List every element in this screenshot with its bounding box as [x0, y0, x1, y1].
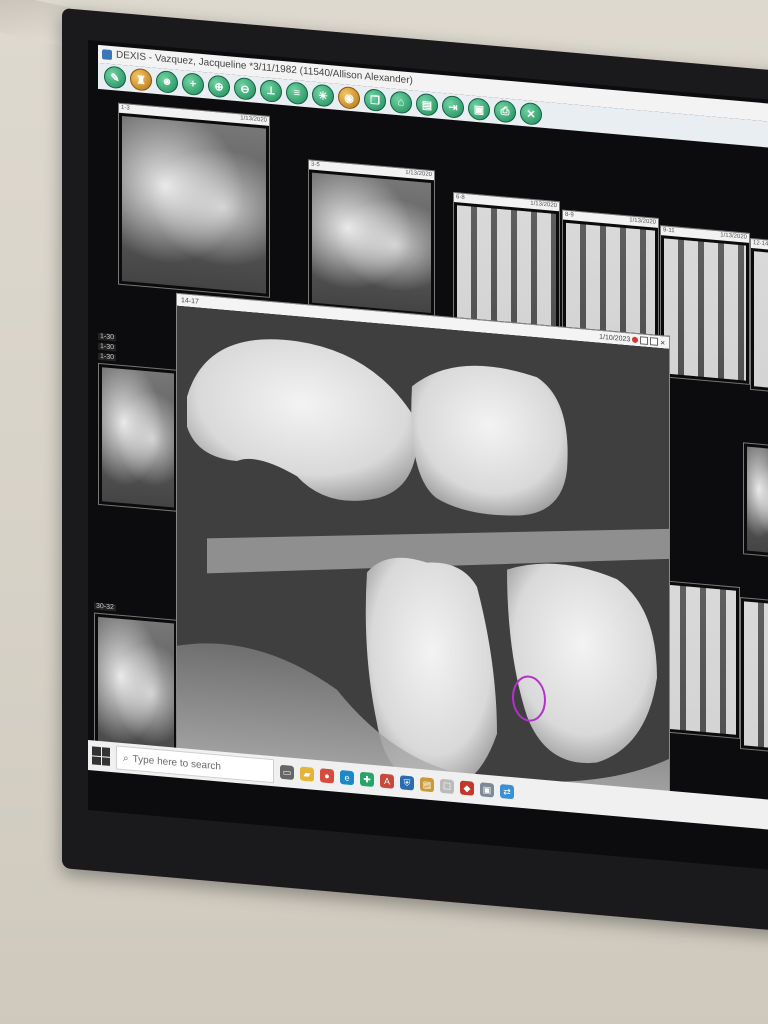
search-icon: ⌕ — [123, 752, 129, 765]
side-label: 1-30 — [98, 332, 117, 342]
export-icon: ⇥ — [448, 101, 458, 114]
thumbnail-6[interactable]: 12-14 — [750, 237, 768, 394]
side-label: 30-32 — [94, 602, 116, 612]
teamviewer-icon[interactable]: ⇄ — [500, 784, 514, 800]
tooth-icon: ♜ — [136, 73, 146, 87]
xray-image — [666, 584, 736, 735]
zoom-out-icon: ⊖ — [240, 82, 250, 96]
file-explorer-icon[interactable]: ▰ — [300, 766, 314, 782]
bitewing-xray[interactable] — [177, 305, 669, 815]
folder-icon[interactable]: ▤ — [420, 777, 434, 793]
tooth-button[interactable]: ♜ — [130, 67, 152, 92]
print-icon: ⎙ — [500, 104, 510, 118]
restore-icon[interactable] — [650, 337, 659, 346]
list-icon: ≡ — [293, 87, 301, 100]
patient-icon: ☻ — [161, 75, 173, 89]
xray-image — [754, 251, 768, 390]
zoom-in-icon: ⊕ — [214, 80, 224, 94]
pdf-icon[interactable]: A — [380, 773, 394, 789]
save-icon: ▣ — [473, 103, 485, 117]
folder-icon: ▤ — [421, 98, 433, 112]
thumbnail-date: 1/13/2020 — [240, 115, 267, 124]
eye-icon: ◉ — [344, 91, 354, 105]
thumbnail-1[interactable]: 1-3 1/13/2020 — [118, 102, 270, 298]
tooth-taskbar-icon[interactable]: ☐ — [440, 778, 454, 795]
xray-drawing — [177, 305, 669, 815]
export-button[interactable]: ⇥ — [442, 94, 464, 119]
maximize-icon[interactable] — [640, 336, 649, 346]
thumbnail-header: 12-14 — [751, 239, 768, 252]
edge-icon[interactable]: e — [340, 770, 354, 786]
thumbnail-label: 3-5 — [311, 161, 320, 169]
xray-image — [744, 601, 768, 750]
xray-image — [102, 367, 174, 508]
xray-image — [457, 205, 556, 334]
chrome-icon[interactable]: ● — [320, 768, 334, 784]
security-icon[interactable]: ⛨ — [400, 775, 414, 791]
thumbnail-date: 1/13/2020 — [530, 200, 557, 210]
search-placeholder: Type here to search — [132, 753, 221, 773]
home-icon: ⌂ — [397, 96, 405, 109]
thumbnail-right-1[interactable] — [662, 580, 740, 740]
thumbnail-label: 12-14 — [753, 240, 768, 248]
dexis-app-icon — [102, 49, 112, 61]
monitor: hp DEXIS - Vazquez, Jacqueline *3/11/198… — [0, 0, 768, 1024]
thumbnail-label: 9-11 — [663, 227, 675, 235]
patient-button[interactable]: ☻ — [156, 69, 178, 94]
side-label: 1-30 — [98, 352, 117, 362]
thumbnail-3[interactable]: 6-8 1/13/2020 — [453, 191, 560, 339]
thumbnail-right-2[interactable] — [740, 597, 768, 754]
xray-image — [664, 238, 746, 381]
sparkle-icon: ✳ — [318, 89, 328, 103]
list-button[interactable]: ≡ — [286, 81, 308, 106]
close-icon: ✕ — [526, 107, 536, 121]
thumbnail-date: 1/13/2020 — [629, 217, 656, 226]
thumbnail-date: 1/13/2020 — [720, 232, 747, 241]
thumbnail-5[interactable]: 9-11 1/13/2020 — [660, 225, 750, 385]
measure-icon: ⟂ — [267, 84, 275, 97]
eye-button[interactable]: ◉ — [338, 85, 360, 110]
xray-image — [122, 115, 266, 294]
close-button[interactable]: ✕ — [520, 101, 542, 126]
xray-image — [747, 446, 768, 555]
xray-image — [312, 172, 431, 314]
thumbnail-side-1[interactable] — [98, 362, 178, 512]
main-xray-viewer[interactable]: 14-17 1/10/2023 × — [176, 292, 670, 816]
copy-button[interactable]: ❐ — [364, 88, 386, 113]
dexis-taskbar-icon[interactable]: ✚ — [360, 771, 374, 788]
measure-button[interactable]: ⟂ — [260, 79, 282, 103]
task-view-icon[interactable]: ▭ — [280, 764, 294, 781]
thumbnail-label: 8-9 — [565, 211, 574, 219]
thumbnail-2[interactable]: 3-5 1/13/2020 — [308, 159, 435, 318]
sparkle-button[interactable]: ✳ — [312, 83, 334, 108]
zoom-in-button[interactable]: ⊕ — [208, 74, 230, 99]
zoom-out-button[interactable]: ⊖ — [234, 76, 256, 101]
thumbnail-right-3[interactable] — [743, 442, 768, 559]
print-button[interactable]: ⎙ — [494, 99, 516, 124]
copy-icon: ❐ — [370, 94, 380, 108]
screen: DEXIS - Vazquez, Jacqueline *3/11/1982 (… — [88, 40, 768, 872]
app-icon[interactable]: ▣ — [480, 782, 494, 798]
record-icon[interactable] — [632, 336, 639, 344]
folder-button[interactable]: ▤ — [416, 92, 438, 117]
home-button[interactable]: ⌂ — [390, 90, 412, 115]
side-label: 1-30 — [98, 342, 117, 352]
close-icon[interactable]: × — [660, 338, 665, 347]
plus-button[interactable]: + — [182, 72, 204, 97]
thumbnail-label: 6-8 — [456, 194, 465, 201]
pencil-icon: ✎ — [110, 71, 120, 85]
plus-icon: + — [189, 77, 197, 91]
thumbnail-label: 1-3 — [121, 104, 130, 112]
acrobat-icon[interactable]: ◆ — [460, 780, 474, 796]
viewer-label: 14-17 — [181, 296, 199, 306]
pencil-button[interactable]: ✎ — [104, 65, 126, 90]
viewer-date: 1/10/2023 — [599, 333, 631, 343]
thumbnail-date: 1/13/2020 — [405, 169, 432, 179]
save-button[interactable]: ▣ — [468, 97, 490, 122]
windows-start-icon[interactable] — [92, 746, 110, 766]
